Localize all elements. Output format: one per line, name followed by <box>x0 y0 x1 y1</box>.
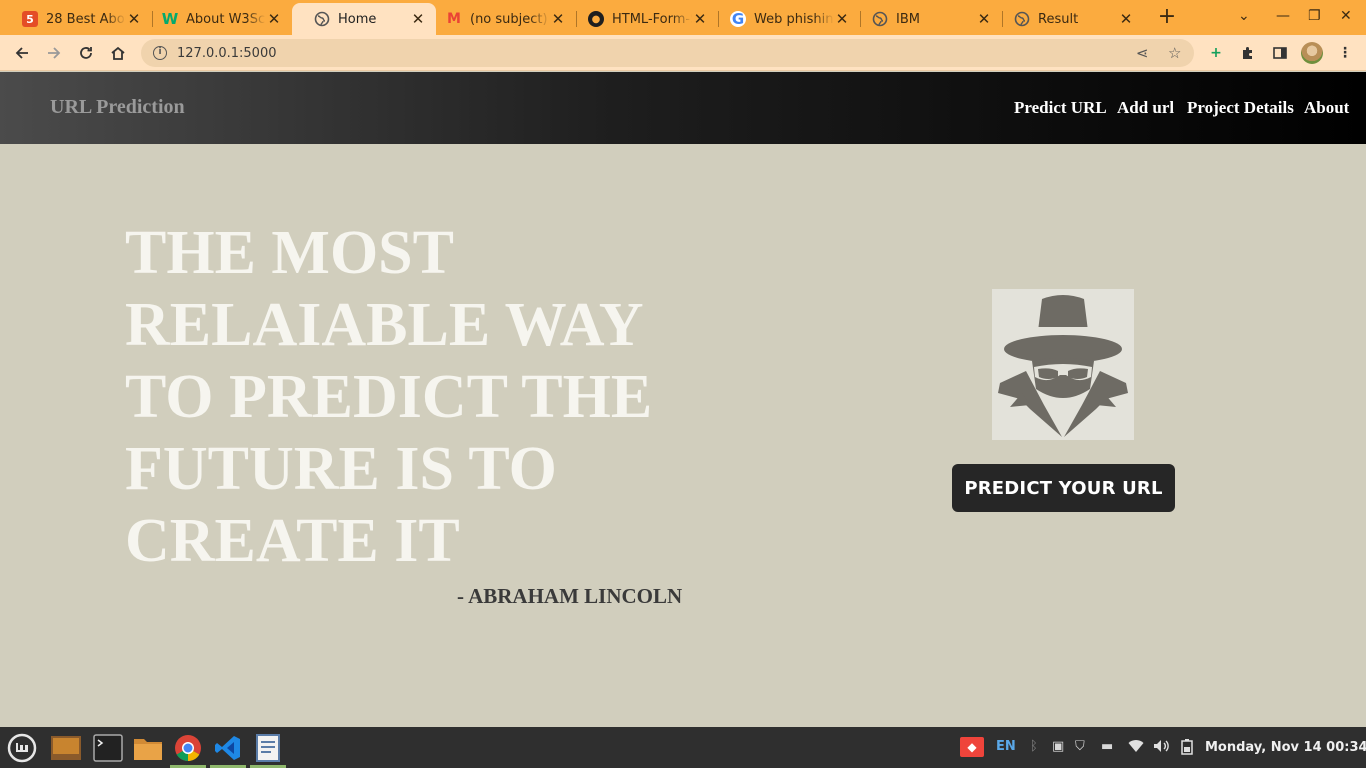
tab-web-phishing[interactable]: G Web phishing ✕ <box>708 3 861 35</box>
language-indicator[interactable]: EN <box>996 739 1016 754</box>
tab-ibm[interactable]: IBM ✕ <box>850 3 1003 35</box>
files-icon[interactable] <box>130 731 166 764</box>
globe-icon <box>314 11 330 27</box>
close-icon[interactable]: ✕ <box>834 10 850 28</box>
close-icon[interactable]: ✕ <box>550 10 566 28</box>
nav-predict-url[interactable]: Predict URL <box>1014 98 1107 118</box>
tab-28-best[interactable]: 5 28 Best About ✕ <box>0 3 153 35</box>
tab-search-icon[interactable]: ⌄ <box>1238 8 1250 24</box>
site-brand[interactable]: URL Prediction <box>50 96 185 119</box>
gmail-icon: M <box>447 11 461 27</box>
tab-result[interactable]: Result ✕ <box>992 3 1144 35</box>
bookmark-star-icon[interactable]: ☆ <box>1168 44 1181 62</box>
address-bar[interactable]: i 127.0.0.1:5000 ⋖ ☆ <box>141 39 1194 67</box>
bluetooth-icon[interactable]: ᛒ <box>1030 739 1038 754</box>
text-editor-icon[interactable] <box>250 731 286 768</box>
close-window-icon[interactable]: ✕ <box>1340 8 1352 24</box>
vscode-icon[interactable] <box>210 731 246 768</box>
nav-about[interactable]: About <box>1304 98 1349 118</box>
extension-plus-icon[interactable]: + <box>1207 44 1225 62</box>
tab-title: (no subject) - <box>470 11 550 27</box>
keyboard-icon[interactable]: ▬ <box>1101 739 1113 754</box>
profile-avatar[interactable] <box>1301 42 1323 64</box>
battery-icon[interactable] <box>1180 739 1194 759</box>
tab-strip: 5 28 Best About ✕ W About W3Schools ✕ Ho… <box>0 0 1366 35</box>
google-icon: G <box>730 10 746 28</box>
clipboard-icon[interactable]: ▣ <box>1052 739 1064 754</box>
extensions-puzzle-icon[interactable] <box>1239 44 1257 62</box>
w3-icon: W <box>161 10 179 28</box>
desktop-icon[interactable] <box>48 731 84 764</box>
tab-github[interactable]: ● HTML-Form-S ✕ <box>566 3 719 35</box>
wifi-icon[interactable] <box>1128 739 1144 757</box>
minimize-icon[interactable]: — <box>1276 8 1290 24</box>
terminal-icon[interactable] <box>90 731 126 764</box>
close-icon[interactable]: ✕ <box>266 10 282 28</box>
site-navbar: URL Prediction Predict URL Add url Proje… <box>0 72 1366 144</box>
share-icon[interactable]: ⋖ <box>1136 44 1149 62</box>
tab-title: Web phishing <box>754 11 834 27</box>
web-page: URL Prediction Predict URL Add url Proje… <box>0 72 1366 727</box>
reload-icon[interactable] <box>74 41 98 65</box>
menu-kebab-icon[interactable]: ⋮ <box>1336 44 1354 62</box>
back-icon[interactable] <box>10 41 34 65</box>
restore-icon[interactable]: ❐ <box>1308 8 1321 24</box>
forward-icon[interactable] <box>42 41 66 65</box>
address-text[interactable]: 127.0.0.1:5000 <box>177 46 277 61</box>
quote-author: - ABRAHAM LINCOLN <box>457 584 683 608</box>
github-icon: ● <box>588 11 604 27</box>
tab-title: Result <box>1038 11 1079 27</box>
hero-quote: THE MOST RELAIABLE WAY TO PREDICT THE FU… <box>125 219 653 575</box>
tab-home[interactable]: Home ✕ <box>292 3 436 35</box>
tab-about-w3schools[interactable]: W About W3Schools ✕ <box>140 3 292 35</box>
tab-title: About W3Schools <box>186 11 266 27</box>
nav-add-url[interactable]: Add url <box>1117 98 1174 118</box>
browser-toolbar: i 127.0.0.1:5000 ⋖ ☆ + ⋮ <box>0 35 1366 71</box>
os-taskbar: ◆ EN ᛒ ▣ ⛉ ▬ Monday, Nov 14 00:34:11 <box>0 727 1366 768</box>
tab-title: IBM <box>896 11 920 27</box>
predict-your-url-button[interactable]: PREDICT YOUR URL <box>952 464 1175 512</box>
tab-gmail[interactable]: M (no subject) - ✕ <box>424 3 577 35</box>
home-icon[interactable] <box>106 41 130 65</box>
close-icon[interactable]: ✕ <box>692 10 708 28</box>
nav-project-details[interactable]: Project Details <box>1187 98 1294 118</box>
tab-title: 28 Best About <box>46 11 126 27</box>
globe-icon <box>872 11 888 27</box>
taskbar-clock[interactable]: Monday, Nov 14 00:34:11 <box>1205 740 1366 755</box>
chrome-icon[interactable] <box>170 731 206 768</box>
anydesk-icon[interactable]: ◆ <box>960 737 984 757</box>
shield-icon[interactable]: ⛉ <box>1075 739 1085 754</box>
h5-icon: 5 <box>22 11 38 27</box>
spy-hacker-icon <box>992 289 1134 440</box>
menu-icon[interactable] <box>4 731 40 764</box>
tab-title: Home <box>338 11 377 27</box>
globe-icon <box>1014 11 1030 27</box>
new-tab-button[interactable]: + <box>1155 6 1179 30</box>
tab-title: HTML-Form-S <box>612 11 692 27</box>
side-panel-icon[interactable] <box>1271 44 1289 62</box>
site-info-icon[interactable]: i <box>153 46 167 60</box>
close-icon[interactable]: ✕ <box>976 10 992 28</box>
volume-icon[interactable] <box>1153 739 1169 757</box>
close-icon[interactable]: ✕ <box>1118 10 1134 28</box>
